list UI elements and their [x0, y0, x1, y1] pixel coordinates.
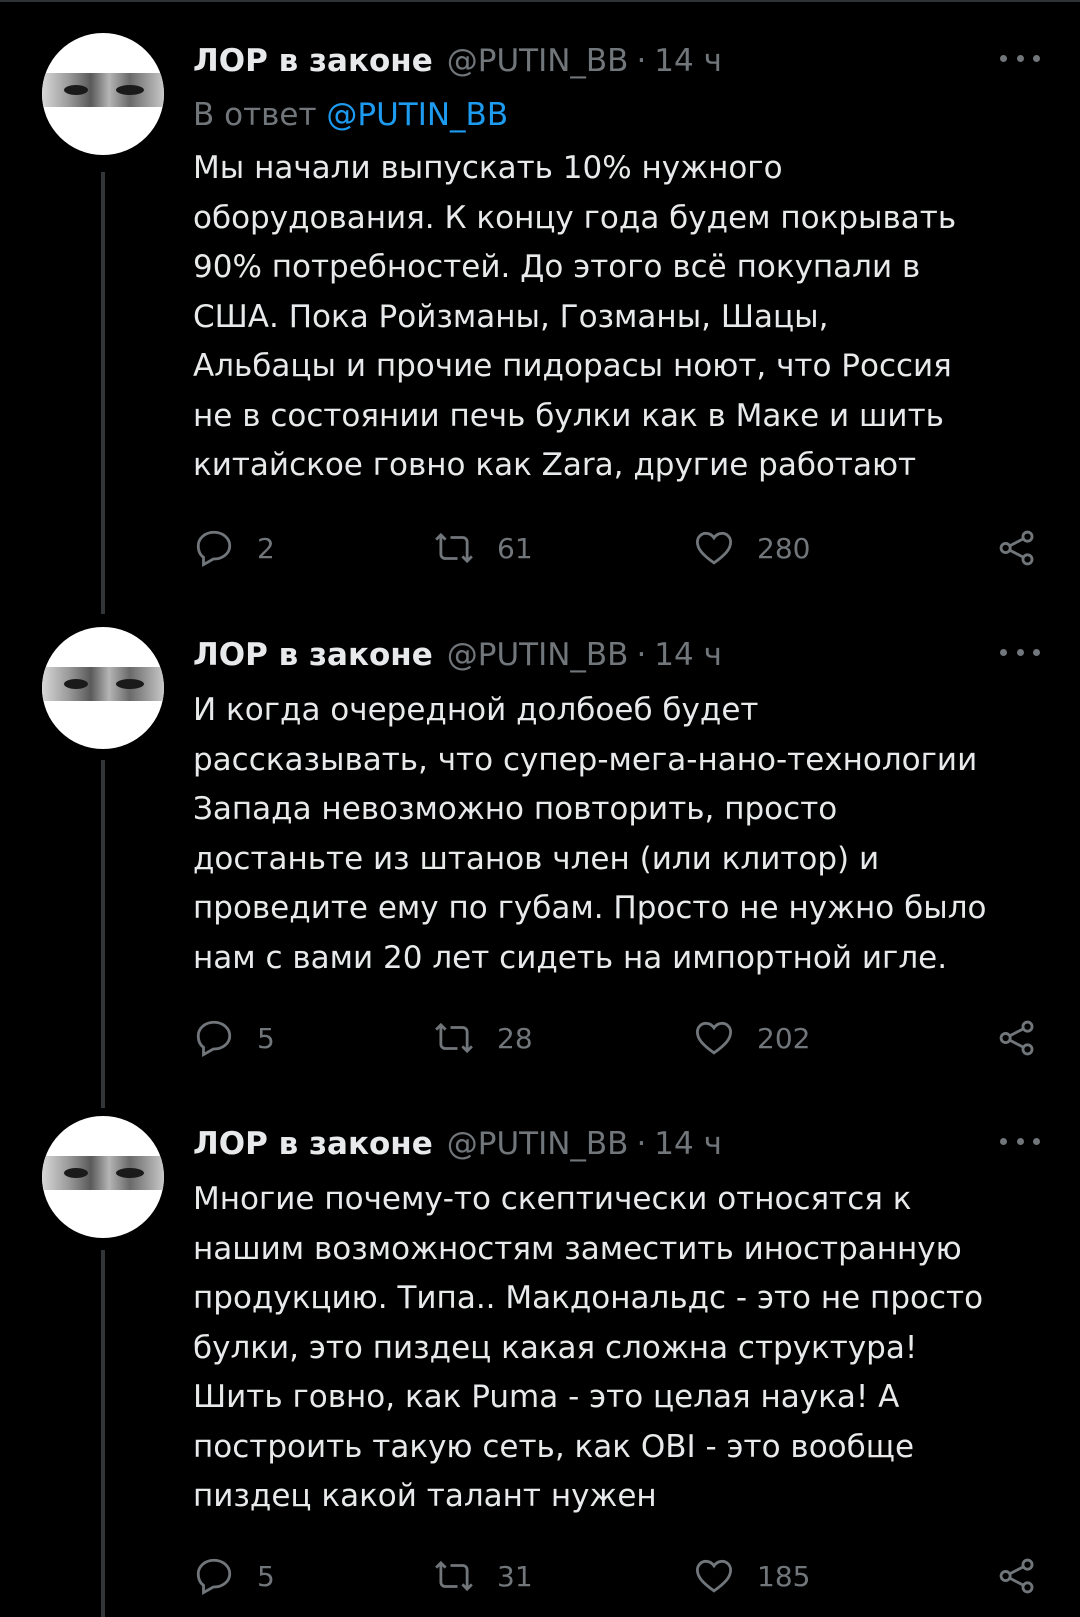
reply-button[interactable]: 5: [193, 1017, 275, 1059]
avatar-image: [42, 1156, 164, 1190]
text-line: Запада невозможно повторить, просто: [193, 791, 838, 827]
tweet-text: Мы начали выпускать 10% нужного оборудов…: [193, 144, 1040, 491]
retweet-count: 31: [497, 1559, 533, 1593]
like-button[interactable]: 185: [693, 1555, 810, 1597]
avatar[interactable]: [42, 627, 164, 749]
reply-context: В ответ @PUTIN_BB: [193, 89, 1040, 141]
like-count: 202: [757, 1021, 811, 1055]
text-line: китайское говно как Zara, другие работаю…: [193, 447, 917, 483]
timestamp[interactable]: 14 ч: [654, 43, 722, 79]
avatar[interactable]: [42, 33, 164, 155]
retweet-icon: [435, 1560, 473, 1592]
text-line: Многие почему-то скептически относятся к: [193, 1181, 912, 1217]
reply-button[interactable]: 5: [193, 1555, 275, 1597]
text-line: проведите ему по губам. Просто не нужно …: [193, 890, 987, 926]
author-name[interactable]: ЛОР в законе: [193, 1126, 433, 1162]
reply-handle-link[interactable]: @PUTIN_BB: [326, 97, 508, 133]
text-line: Шить говно, как Puma - это целая наука! …: [193, 1379, 900, 1415]
avatar-image: [42, 73, 164, 107]
retweet-count: 61: [497, 531, 533, 565]
retweet-button[interactable]: 31: [433, 1555, 533, 1597]
share-button[interactable]: [996, 1555, 1038, 1597]
share-icon: [999, 1020, 1034, 1056]
retweet-button[interactable]: 28: [433, 1017, 533, 1059]
avatar-image: [42, 667, 164, 701]
separator-dot: ·: [636, 43, 647, 79]
text-line: нам с вами 20 лет сидеть на импортной иг…: [193, 939, 948, 976]
thread-line: [101, 760, 105, 1108]
reply-icon: [196, 530, 232, 568]
text-line: достаньте из штанов член (или клитор) и: [193, 840, 880, 877]
text-line: построить такую сеть, как OBI - это вооб…: [193, 1428, 915, 1465]
reply-icon: [196, 1020, 232, 1058]
author-handle[interactable]: @PUTIN_BB: [447, 1126, 629, 1162]
tweet-header: ЛОР в законе @PUTIN_BB · 14 ч: [193, 627, 1040, 683]
text-line: рассказывать, что супер-мега-нано-технол…: [193, 741, 978, 778]
share-button[interactable]: [996, 527, 1038, 569]
text-line: нашим возможностям заместить иностранную: [193, 1230, 962, 1267]
share-icon: [999, 1558, 1034, 1594]
tweet-text: Многие почему-то скептически относятся к…: [193, 1175, 1040, 1522]
text-line: пиздец какой талант нужен: [193, 1478, 657, 1514]
text-line: 90% потребностей. До этого всё покупали …: [193, 249, 921, 285]
text-line: И когда очередной долбоеб будет: [193, 692, 759, 728]
reply-count: 5: [257, 1021, 275, 1055]
share-button[interactable]: [996, 1017, 1038, 1059]
text-line: Альбацы и прочие пидорасы ноют, что Росс…: [193, 348, 952, 384]
reply-button[interactable]: 2: [193, 527, 275, 569]
like-count: 185: [757, 1559, 811, 1593]
share-icon: [999, 530, 1034, 566]
text-line: булки, это пиздец какая сложна структура…: [193, 1329, 918, 1366]
author-handle[interactable]: @PUTIN_BB: [447, 637, 629, 673]
like-button[interactable]: 202: [693, 1017, 810, 1059]
retweet-count: 28: [497, 1021, 533, 1055]
action-bar: 5 28 202: [193, 1013, 1040, 1063]
reply-prefix: В ответ: [193, 97, 317, 133]
more-options-icon[interactable]: [1000, 637, 1040, 667]
timestamp[interactable]: 14 ч: [654, 637, 722, 673]
author-name[interactable]: ЛОР в законе: [193, 637, 433, 673]
text-line: Мы начали выпускать 10% нужного: [193, 150, 783, 186]
action-bar: 5 31 185: [193, 1551, 1040, 1601]
top-divider: [0, 0, 1080, 2]
avatar[interactable]: [42, 1116, 164, 1238]
separator-dot: ·: [636, 637, 647, 673]
tweet-text: И когда очередной долбоеб будет рассказы…: [193, 686, 1040, 983]
heart-icon: [695, 1021, 733, 1055]
text-line: США. Пока Ройзманы, Гозманы, Шацы,: [193, 298, 829, 335]
heart-icon: [695, 531, 733, 565]
author-handle[interactable]: @PUTIN_BB: [447, 43, 629, 79]
retweet-icon: [435, 1022, 473, 1054]
reply-icon: [196, 1558, 232, 1596]
thread-line: [101, 172, 105, 614]
tweet-header: ЛОР в законе @PUTIN_BB · 14 ч: [193, 1116, 1040, 1172]
text-line: продукцию. Типа.. Макдональдс - это не п…: [193, 1280, 984, 1316]
timestamp[interactable]: 14 ч: [654, 1126, 722, 1162]
reply-count: 5: [257, 1559, 275, 1593]
like-button[interactable]: 280: [693, 527, 810, 569]
more-options-icon[interactable]: [1000, 1126, 1040, 1156]
like-count: 280: [757, 531, 811, 565]
more-options-icon[interactable]: [1000, 43, 1040, 73]
heart-icon: [695, 1559, 733, 1593]
thread-line: [101, 1250, 105, 1617]
separator-dot: ·: [636, 1126, 647, 1162]
retweet-icon: [435, 532, 473, 564]
retweet-button[interactable]: 61: [433, 527, 533, 569]
action-bar: 2 61 280: [193, 523, 1040, 573]
text-line: не в состоянии печь булки как в Маке и ш…: [193, 397, 944, 434]
tweet-header: ЛОР в законе @PUTIN_BB · 14 ч: [193, 33, 1040, 89]
reply-count: 2: [257, 531, 275, 565]
text-line: оборудования. К концу года будем покрыва…: [193, 199, 957, 236]
author-name[interactable]: ЛОР в законе: [193, 43, 433, 79]
